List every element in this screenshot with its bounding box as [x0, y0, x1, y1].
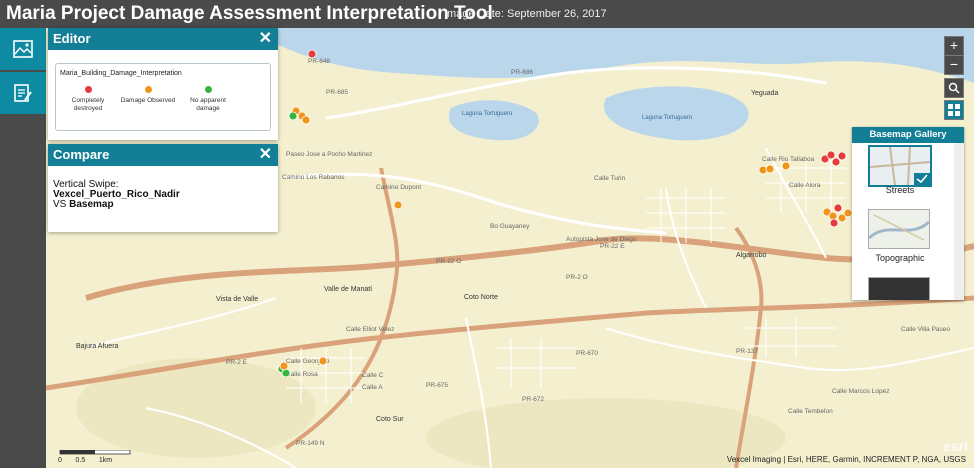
scalebar-label: 1km [98, 457, 113, 464]
editor-close-button[interactable]: ✕ [259, 28, 272, 50]
green-dot-icon [204, 86, 212, 93]
basemap-gallery-title: Basemap Gallery [852, 127, 964, 143]
edit-button[interactable] [0, 72, 46, 114]
search-button[interactable] [944, 78, 964, 98]
basemap-label-streets[interactable]: Streets [852, 185, 948, 195]
basemap-gallery-button[interactable] [0, 28, 46, 70]
template-damage-observed[interactable]: Damage Observed [118, 86, 178, 105]
damage-point-destroyed[interactable] [826, 150, 836, 160]
swipe-basemap: Basemap [69, 199, 114, 210]
basemap-thumb-topographic[interactable] [867, 209, 931, 249]
damage-point-destroyed[interactable] [829, 218, 839, 228]
compare-panel: Compare ✕ Vertical Swipe: Vexcel_Puerto_… [48, 144, 278, 232]
damage-point-destroyed[interactable] [307, 49, 317, 59]
template-label: Completely destroyed [71, 97, 105, 112]
zoom-out-button[interactable]: − [944, 55, 964, 75]
compare-header: Compare ✕ [48, 144, 278, 166]
compare-title: Compare [53, 147, 110, 162]
image-date: Image Date: September 26, 2017 [444, 8, 607, 20]
map-attribution: Vexcel Imaging | Esri, HERE, Garmin, INC… [726, 455, 966, 464]
search-icon [948, 82, 960, 94]
edit-icon [14, 84, 32, 102]
basemap-thumb-dark[interactable] [868, 277, 930, 300]
orange-dot-icon [144, 86, 152, 93]
damage-point-damaged[interactable] [279, 361, 289, 371]
template-label: Damage Observed [120, 97, 176, 104]
damage-point-damaged[interactable] [765, 164, 775, 174]
esri-logo: esri [943, 438, 968, 454]
damage-point-damaged[interactable] [301, 115, 311, 125]
damage-point-destroyed[interactable] [837, 151, 847, 161]
template-label: No apparent damage [190, 97, 226, 112]
basemap-gallery-icon [13, 40, 33, 58]
editor-title: Editor [53, 31, 91, 46]
damage-point-destroyed[interactable] [831, 157, 841, 167]
app-title: Maria Project Damage Assessment Interpre… [6, 3, 493, 24]
scalebar-graphic [59, 450, 131, 455]
basemap-label-topographic[interactable]: Topographic [852, 253, 948, 263]
template-completely-destroyed[interactable]: Completely destroyed [58, 86, 118, 113]
grid-icon [948, 104, 960, 116]
damage-point-damaged[interactable] [318, 356, 328, 366]
editor-header: Editor ✕ [48, 28, 278, 50]
gallery-scrollbar[interactable] [954, 143, 964, 300]
topographic-thumb-graphic [867, 214, 931, 241]
damage-point-no-damage[interactable] [288, 111, 298, 121]
compare-close-button[interactable]: ✕ [259, 144, 272, 166]
damage-point-damaged[interactable] [781, 161, 791, 171]
scalebar: 0 0.5 1km [58, 450, 131, 464]
template-picker: Maria_Building_Damage_Interpretation Com… [55, 63, 271, 131]
red-dot-icon [84, 86, 92, 93]
left-toolbar [0, 28, 46, 468]
basemap-thumb-streets[interactable] [868, 145, 932, 187]
editor-panel: Editor ✕ Maria_Building_Damage_Interpret… [48, 28, 278, 140]
basemap-gallery-panel: Basemap Gallery Streets Topographic [852, 127, 964, 300]
scalebar-label: 0.5 [75, 457, 86, 464]
scalebar-label: 0 [58, 457, 62, 464]
streets-thumb-graphic [869, 146, 931, 186]
damage-point-damaged[interactable] [393, 200, 403, 210]
damage-point-destroyed[interactable] [833, 203, 843, 213]
vs-label: VS [53, 199, 67, 210]
template-no-apparent-damage[interactable]: No apparent damage [178, 86, 238, 113]
basemap-gallery-toggle[interactable] [944, 100, 964, 120]
damage-point-damaged[interactable] [843, 208, 853, 218]
title-bar: Maria Project Damage Assessment Interpre… [0, 0, 974, 28]
zoom-in-button[interactable]: + [944, 36, 964, 56]
layer-name: Maria_Building_Damage_Interpretation [60, 70, 182, 77]
compare-body: Vertical Swipe: Vexcel_Puerto_Rico_Nadir… [48, 166, 278, 210]
